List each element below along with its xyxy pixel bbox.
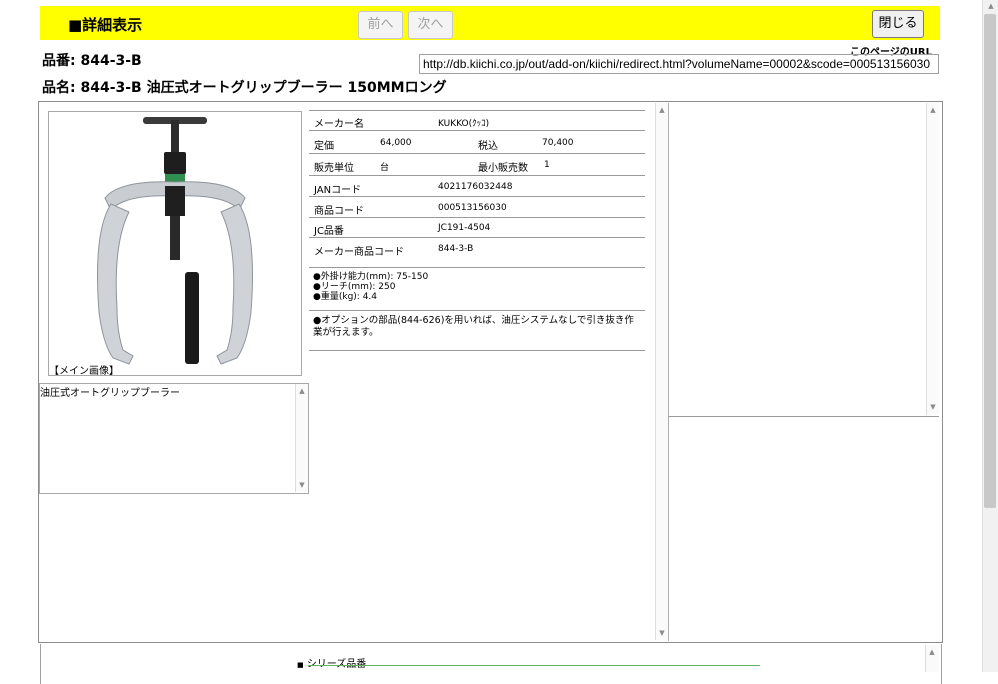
tax-value: 70,400: [542, 138, 574, 148]
scroll-up-icon[interactable]: ▲: [296, 387, 308, 395]
main-image: 【メイン画像】: [48, 111, 302, 377]
description-text: 油圧式オートグリップブーラー: [40, 388, 180, 399]
description-scrollbar[interactable]: ▲ ▼: [295, 384, 308, 492]
unit-value: 台: [380, 163, 390, 173]
scroll-down-icon[interactable]: ▼: [296, 481, 308, 489]
price-value: 64,000: [380, 138, 412, 148]
spec-item: ●リーチ(mm): 250: [313, 282, 396, 292]
scroll-up-icon[interactable]: ▲: [926, 648, 938, 656]
series-scrollbar[interactable]: ▲: [925, 645, 938, 672]
scroll-up-icon[interactable]: ▲: [656, 106, 668, 114]
maker-code-value: 844-3-B: [438, 244, 474, 254]
series-table-border: [308, 665, 760, 666]
header-bar: ■詳細表示 前へ 次へ 閉じる: [40, 6, 940, 40]
image-caption: 【メイン画像】: [49, 366, 119, 377]
description-box[interactable]: 油圧式オートグリップブーラー ▲ ▼: [39, 383, 309, 494]
prev-button[interactable]: 前へ: [358, 11, 403, 39]
spec-item: ●外掛け能力(mm): 75-150: [313, 272, 429, 282]
page-title: ■詳細表示: [68, 16, 143, 34]
maker-label: メーカー名: [314, 119, 364, 130]
puller-image: [97, 117, 253, 365]
maker-value: KUKKO(ｸｯｺ): [438, 119, 490, 129]
price-label: 定価: [314, 141, 334, 152]
min-order-label: 最小販売数: [478, 163, 528, 174]
page-url-field[interactable]: http://db.kiichi.co.jp/out/add-on/kiichi…: [419, 54, 939, 74]
tax-label: 税込: [478, 141, 498, 152]
product-code-value: 000513156030: [438, 203, 507, 213]
scroll-up-icon[interactable]: ▲: [985, 2, 997, 10]
product-number: 品番: 844-3-B: [42, 53, 142, 69]
min-order-value: 1: [544, 160, 550, 170]
jc-label: JC品番: [314, 226, 344, 237]
jan-label: JANコード: [314, 185, 362, 196]
series-label: ■ シリーズ品番: [297, 655, 366, 670]
product-code-label: 商品コード: [314, 206, 364, 217]
maker-code-label: メーカー商品コード: [314, 247, 404, 258]
jan-value: 4021176032448: [438, 182, 513, 192]
next-button[interactable]: 次へ: [408, 11, 453, 39]
side-frame-scrollbar[interactable]: ▲ ▼: [926, 103, 939, 415]
product-name: 品名: 844-3-B 油圧式オートグリップブーラー 150MMロング: [42, 80, 447, 96]
side-divider: [668, 417, 669, 641]
spec-item: ●重量(kg): 4.4: [313, 292, 378, 302]
page-scroll-thumb[interactable]: [984, 14, 996, 508]
scroll-down-icon[interactable]: ▼: [656, 629, 668, 637]
scroll-up-icon[interactable]: ▲: [927, 106, 939, 114]
jc-value: JC191-4504: [438, 223, 491, 233]
side-frame: ▲ ▼: [668, 103, 939, 417]
detail-scrollbar[interactable]: ▲ ▼: [655, 103, 668, 640]
series-frame: [40, 644, 942, 684]
close-button[interactable]: 閉じる: [872, 10, 924, 38]
spec-list: ●外掛け能力(mm): 75-150 ●リーチ(mm): 250 ●重量(kg)…: [313, 272, 428, 302]
option-note: ●オプションの部品(844-626)を用いれば、油圧システムなしで引き抜き作業が…: [313, 315, 634, 338]
unit-label: 販売単位: [314, 163, 354, 174]
scroll-down-icon[interactable]: ▼: [927, 403, 939, 411]
